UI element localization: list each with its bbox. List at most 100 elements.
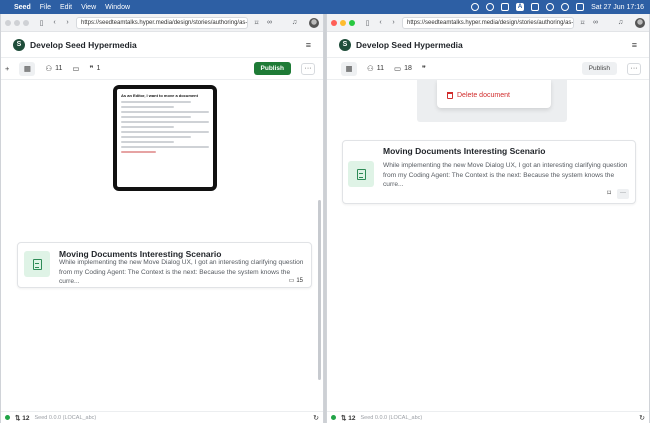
online-status-icon <box>5 415 10 420</box>
comments-count: 18 <box>404 65 412 72</box>
status-box-icon[interactable] <box>531 3 540 11</box>
citations-button[interactable]: ❞ <box>422 64 426 73</box>
citations-count: 1 <box>96 65 101 72</box>
avatar[interactable] <box>635 17 645 28</box>
document-options-menu: Delete document <box>437 80 551 108</box>
menu-window[interactable]: Window <box>105 4 130 11</box>
url-bar[interactable]: https://seedteamtalks.hyper.media/design… <box>402 16 574 29</box>
search-icon[interactable] <box>561 3 570 11</box>
status-bar: ⇅ 12 Seed 0.0.0 (LOCAL_abc) ↻ <box>1 411 323 423</box>
card-title[interactable]: Moving Documents Interesting Scenario <box>383 146 545 156</box>
sync-indicator[interactable]: ⇅ 12 <box>15 414 30 422</box>
site-title[interactable]: Develop Seed Hypermedia <box>356 40 463 50</box>
hamburger-menu-icon[interactable]: ≡ <box>632 40 637 50</box>
comment-icon: ▭ <box>394 64 402 73</box>
bookmark-icon[interactable]: ⌑ <box>578 19 587 27</box>
delete-document-menu-item[interactable]: Delete document <box>447 92 510 99</box>
users-icon: ⚇ <box>45 64 53 73</box>
publish-button[interactable]: Publish <box>253 62 291 75</box>
users-icon: ⚇ <box>367 64 374 73</box>
app-version: Seed 0.0.0 (LOCAL_abc) <box>360 414 423 421</box>
bookmark-icon[interactable]: ⌑ <box>252 19 261 27</box>
minimize-button[interactable] <box>340 19 346 26</box>
macos-menubar: Seed File Edit View Window A Sat 27 Jun … <box>0 0 650 14</box>
status-bar: ⇅ 12 Seed 0.0.0 (LOCAL_abc) ↻ <box>327 411 649 423</box>
document-card[interactable]: Moving Documents Interesting Scenario Wh… <box>342 140 636 204</box>
vertical-scrollbar[interactable] <box>318 200 321 380</box>
sidebar-toggle-icon[interactable]: ▯ <box>37 19 46 27</box>
reload-icon[interactable]: ↻ <box>639 414 645 422</box>
citations-button[interactable]: ❞ 1 <box>90 64 101 73</box>
url-bar[interactable]: https://seedteamtalks.hyper.media/design… <box>76 16 248 29</box>
back-icon[interactable]: ‹ <box>50 19 59 26</box>
collaborators-count: 11 <box>55 65 63 72</box>
more-options-button[interactable]: ··· <box>627 62 641 75</box>
sidebar-toggle-icon[interactable]: ▯ <box>363 19 372 27</box>
site-title[interactable]: Develop Seed Hypermedia <box>30 40 137 50</box>
app-version: Seed 0.0.0 (LOCAL_abc) <box>34 414 97 421</box>
close-button[interactable] <box>331 19 337 26</box>
menu-app[interactable]: Seed <box>14 4 31 11</box>
menubar-status-area: A Sat 27 Jun 17:16 <box>471 3 644 11</box>
online-status-icon <box>331 415 336 420</box>
close-button[interactable] <box>5 19 11 26</box>
card-comment-count[interactable]: ▭ 15 <box>288 277 303 285</box>
card-more-options-button[interactable]: ··· <box>617 189 629 199</box>
window-controls <box>5 19 29 26</box>
right-document-content: Delete document Moving Documents Interes… <box>327 80 649 411</box>
status-record-icon[interactable] <box>486 3 495 11</box>
document-grid-icon: ▦ <box>23 64 31 73</box>
right-titlebar: ▯ ‹ › https://seedteamtalks.hyper.media/… <box>327 14 649 32</box>
card-description: While implementing the new Move Dialog U… <box>59 259 304 285</box>
input-source-icon[interactable]: A <box>516 3 525 11</box>
forward-icon[interactable]: › <box>389 19 398 26</box>
document-grid-icon: ▦ <box>345 64 353 73</box>
document-card[interactable]: Moving Documents Interesting Scenario Wh… <box>17 242 312 288</box>
document-tool-button[interactable]: ▦ <box>19 61 36 76</box>
menubar-clock[interactable]: Sat 27 Jun 17:16 <box>591 4 644 11</box>
comment-icon: ▭ <box>288 278 295 284</box>
site-logo-icon[interactable]: S <box>339 38 351 51</box>
link-icon[interactable]: ∞ <box>591 19 600 26</box>
bookmark-icon[interactable]: ⌑ <box>607 189 611 197</box>
zoom-button[interactable] <box>349 19 355 26</box>
avatar[interactable] <box>309 17 319 28</box>
menu-file[interactable]: File <box>40 4 51 11</box>
trash-icon <box>447 92 453 99</box>
menu-view[interactable]: View <box>81 4 96 11</box>
comments-button[interactable]: ▭ <box>72 64 79 73</box>
document-tool-button[interactable]: ▦ <box>341 61 357 76</box>
notification-bell-icon[interactable]: ♫ <box>616 19 625 26</box>
embedded-document-preview[interactable]: As an Editor, I want to move a document <box>113 85 217 191</box>
add-icon[interactable]: + <box>5 64 9 73</box>
wifi-icon[interactable] <box>546 3 555 11</box>
collaborators-button[interactable]: ⚇ 11 <box>45 64 62 73</box>
site-header: S Develop Seed Hypermedia ≡ <box>327 32 649 58</box>
document-thumbnail <box>348 161 374 187</box>
zoom-button[interactable] <box>23 19 29 26</box>
collaborators-button[interactable]: ⚇ 11 <box>367 64 384 73</box>
site-header: S Develop Seed Hypermedia ≡ <box>1 32 323 58</box>
left-document-content: As an Editor, I want to move a document … <box>1 80 323 411</box>
citations-icon: ❞ <box>421 64 426 73</box>
comments-button[interactable]: ▭ 18 <box>394 64 412 73</box>
document-toolbar: ▦ ⚇ 11 ▭ 18 ❞ Publish ··· <box>327 58 649 80</box>
back-icon[interactable]: ‹ <box>376 19 385 26</box>
comment-icon: ▭ <box>72 64 80 73</box>
status-app-icon[interactable] <box>471 3 480 11</box>
site-logo-icon[interactable]: S <box>13 38 25 51</box>
notification-bell-icon[interactable]: ♫ <box>290 19 299 26</box>
more-options-button[interactable]: ··· <box>301 62 315 75</box>
menu-edit[interactable]: Edit <box>60 4 72 11</box>
forward-icon[interactable]: › <box>63 19 72 26</box>
reload-icon[interactable]: ↻ <box>313 414 319 422</box>
publish-button[interactable]: Publish <box>581 62 617 75</box>
link-icon[interactable]: ∞ <box>265 19 274 26</box>
status-window-icon[interactable] <box>501 3 510 11</box>
hamburger-menu-icon[interactable]: ≡ <box>306 40 311 50</box>
document-icon <box>356 168 366 180</box>
control-center-icon[interactable] <box>576 3 585 11</box>
minimize-button[interactable] <box>14 19 20 26</box>
document-toolbar: + ▦ ⚇ 11 ▭ ❞ 1 Publish ··· <box>1 58 323 80</box>
sync-indicator[interactable]: ⇅ 12 <box>341 414 356 422</box>
